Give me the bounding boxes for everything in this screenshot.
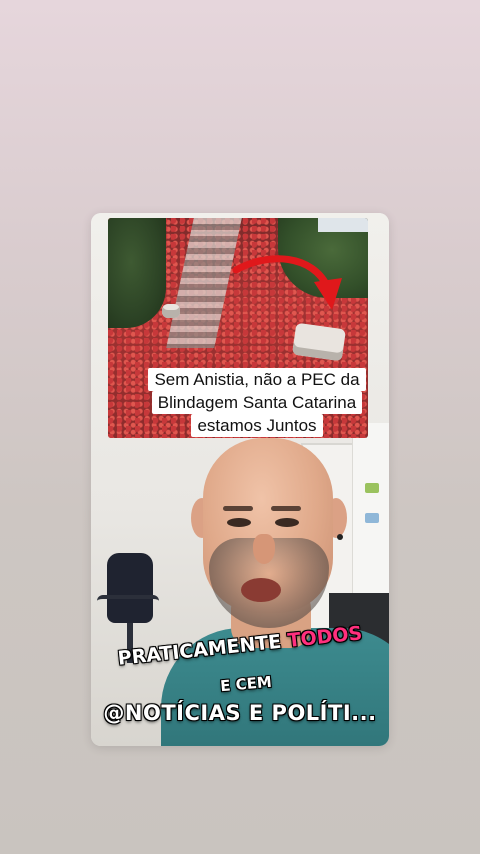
eye (227, 518, 251, 527)
caption-line: Blindagem Santa Catarina (151, 391, 363, 414)
wall-sticker (365, 513, 379, 523)
red-arrow-icon (232, 255, 342, 310)
mouth (241, 578, 281, 602)
earring (337, 534, 343, 540)
eye (275, 518, 299, 527)
trees (108, 218, 166, 328)
photo-caption: Sem Anistia, não a PEC da Blindagem Sant… (134, 368, 368, 437)
speaker-person (161, 438, 389, 746)
channel-handle[interactable]: @NOTÍCIAS E POLÍTI... (91, 701, 389, 725)
bus (162, 304, 180, 318)
bus (292, 322, 346, 362)
story-video-card[interactable]: Sem Anistia, não a PEC da Blindagem Sant… (91, 213, 389, 746)
sky (318, 218, 368, 232)
crowd-photo: Sem Anistia, não a PEC da Blindagem Sant… (108, 218, 368, 438)
wall-sticker (365, 483, 379, 493)
caption-line: Sem Anistia, não a PEC da (148, 368, 366, 391)
caption-line: estamos Juntos (191, 414, 323, 437)
